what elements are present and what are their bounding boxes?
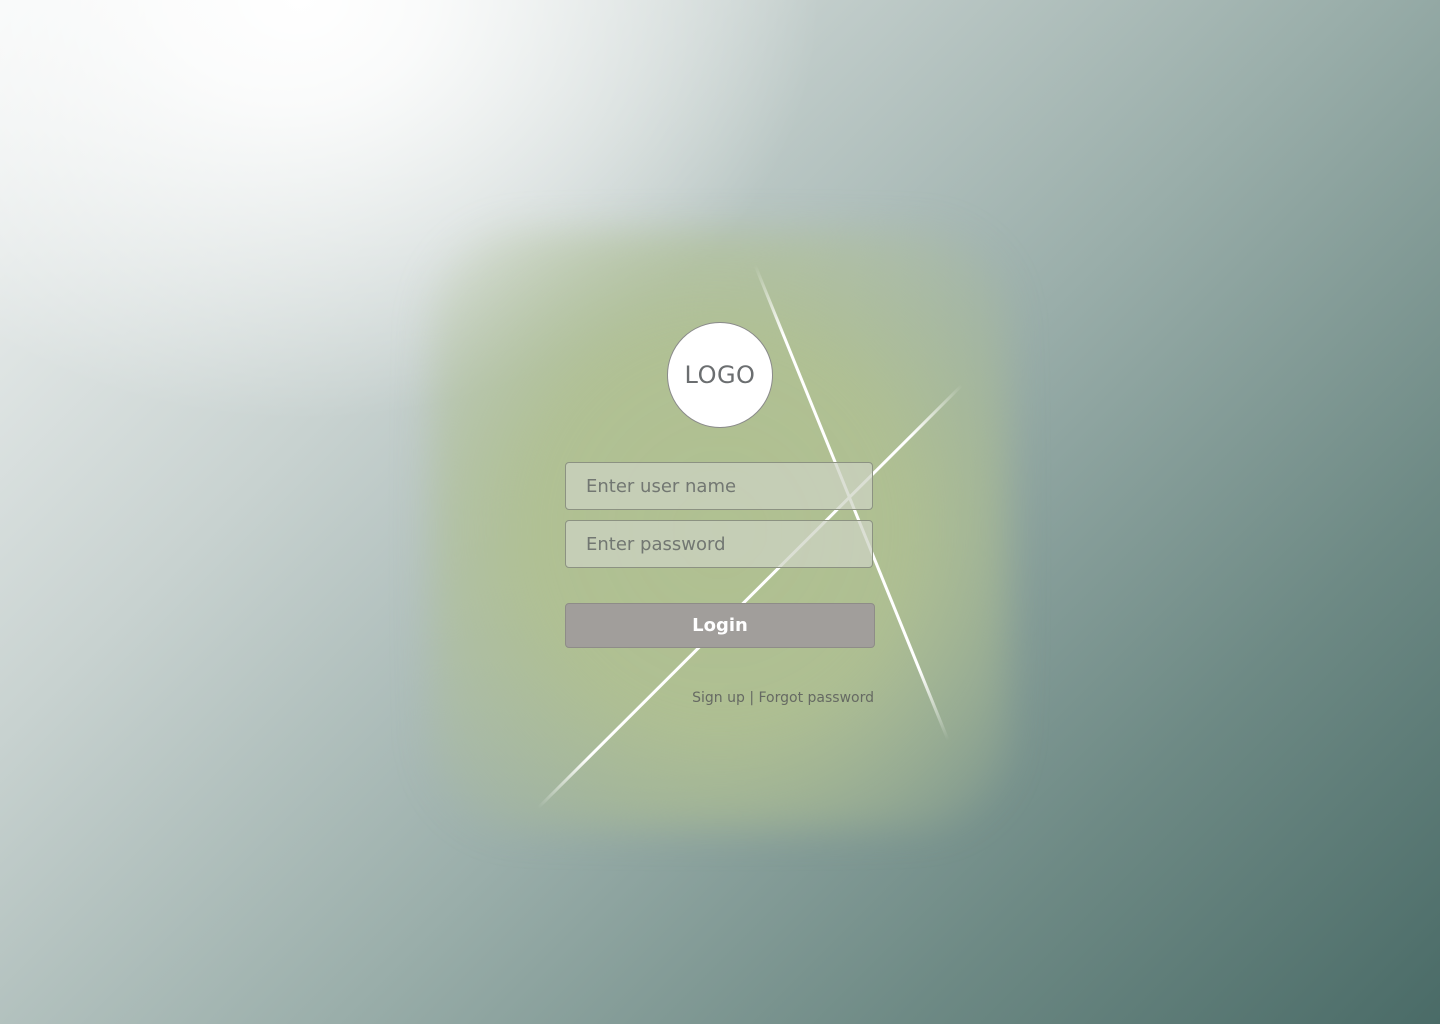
password-input[interactable] xyxy=(565,520,873,568)
link-separator: | xyxy=(744,690,759,706)
signup-link[interactable]: Sign up xyxy=(692,690,745,706)
login-button[interactable]: Login xyxy=(565,603,875,648)
account-links: Sign up | Forgot password xyxy=(565,690,874,706)
forgot-password-link[interactable]: Forgot password xyxy=(759,690,875,706)
username-input[interactable] xyxy=(565,462,873,510)
logo-text: LOGO xyxy=(684,361,756,389)
logo: LOGO xyxy=(667,322,773,428)
